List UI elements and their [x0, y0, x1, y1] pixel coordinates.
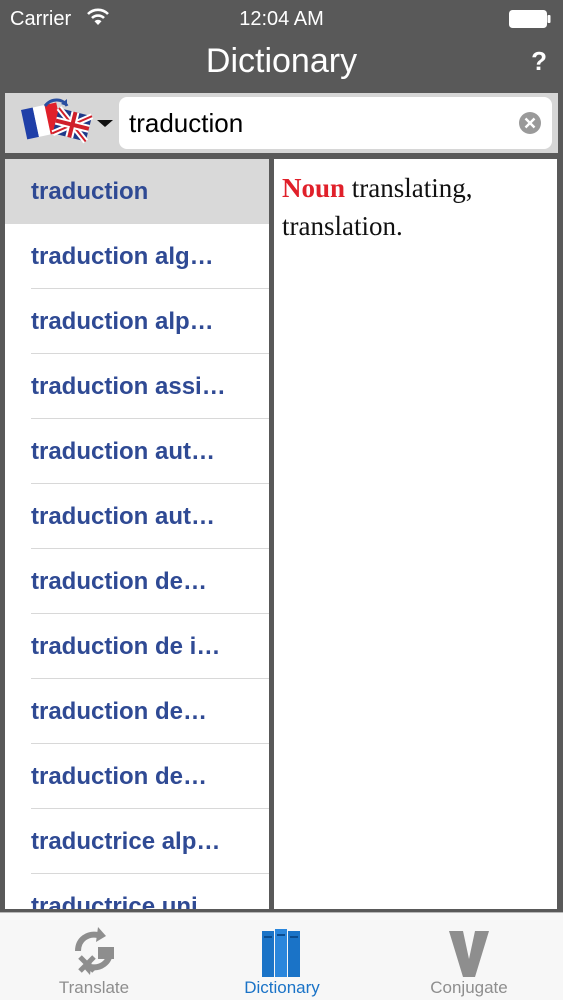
tab-conjugate[interactable]: Conjugate [375, 913, 563, 1000]
clear-icon [519, 112, 541, 134]
part-of-speech: Noun [282, 173, 346, 203]
status-bar: Carrier 12:04 AM [0, 0, 563, 40]
battery-icon [509, 10, 551, 28]
result-list-item[interactable]: traduction de i… [5, 614, 269, 679]
translate-icon [75, 927, 114, 975]
conjugate-v-icon [449, 931, 489, 977]
tab-translate-label: Translate [58, 978, 130, 997]
tab-dictionary[interactable]: Dictionary [188, 913, 376, 1000]
result-list-item[interactable]: traduction aut… [5, 484, 269, 549]
result-list-item[interactable]: traductrice uni… [5, 874, 269, 910]
results-list: traduction traduction alg… traduction alp…… [5, 159, 269, 909]
tab-conjugate-label: Conjugate [430, 978, 508, 997]
result-list-item[interactable]: traduction de… [5, 679, 269, 744]
tab-translate[interactable]: Translate [0, 913, 188, 1000]
result-list-item[interactable]: traduction assi… [5, 354, 269, 419]
navigation-bar: Dictionary ? [0, 40, 563, 90]
help-button[interactable]: ? [531, 46, 547, 77]
page-title: Dictionary [205, 42, 358, 80]
language-selector-button[interactable] [17, 96, 117, 150]
search-input[interactable] [129, 97, 499, 149]
clear-search-button[interactable] [518, 111, 542, 135]
definition-pane: Noun translating, translation. [274, 159, 557, 909]
result-list-item[interactable]: traduction alp… [5, 289, 269, 354]
result-list-item[interactable]: traduction aut… [5, 419, 269, 484]
result-list-item[interactable]: traduction de… [5, 744, 269, 809]
language-flags-icon [21, 98, 113, 144]
tab-bar: Translate Dictionary Conjugate [0, 912, 563, 1000]
result-list-item[interactable]: traduction [5, 159, 269, 224]
result-list-item[interactable]: traduction alg… [5, 224, 269, 289]
search-field [119, 97, 552, 149]
result-list-item[interactable]: traduction de… [5, 549, 269, 614]
tab-dictionary-label: Dictionary [244, 978, 320, 997]
search-bar [5, 93, 558, 153]
result-list-item[interactable]: traductrice alp… [5, 809, 269, 874]
clock: 12:04 AM [239, 8, 324, 30]
dictionary-books-icon [262, 929, 300, 977]
